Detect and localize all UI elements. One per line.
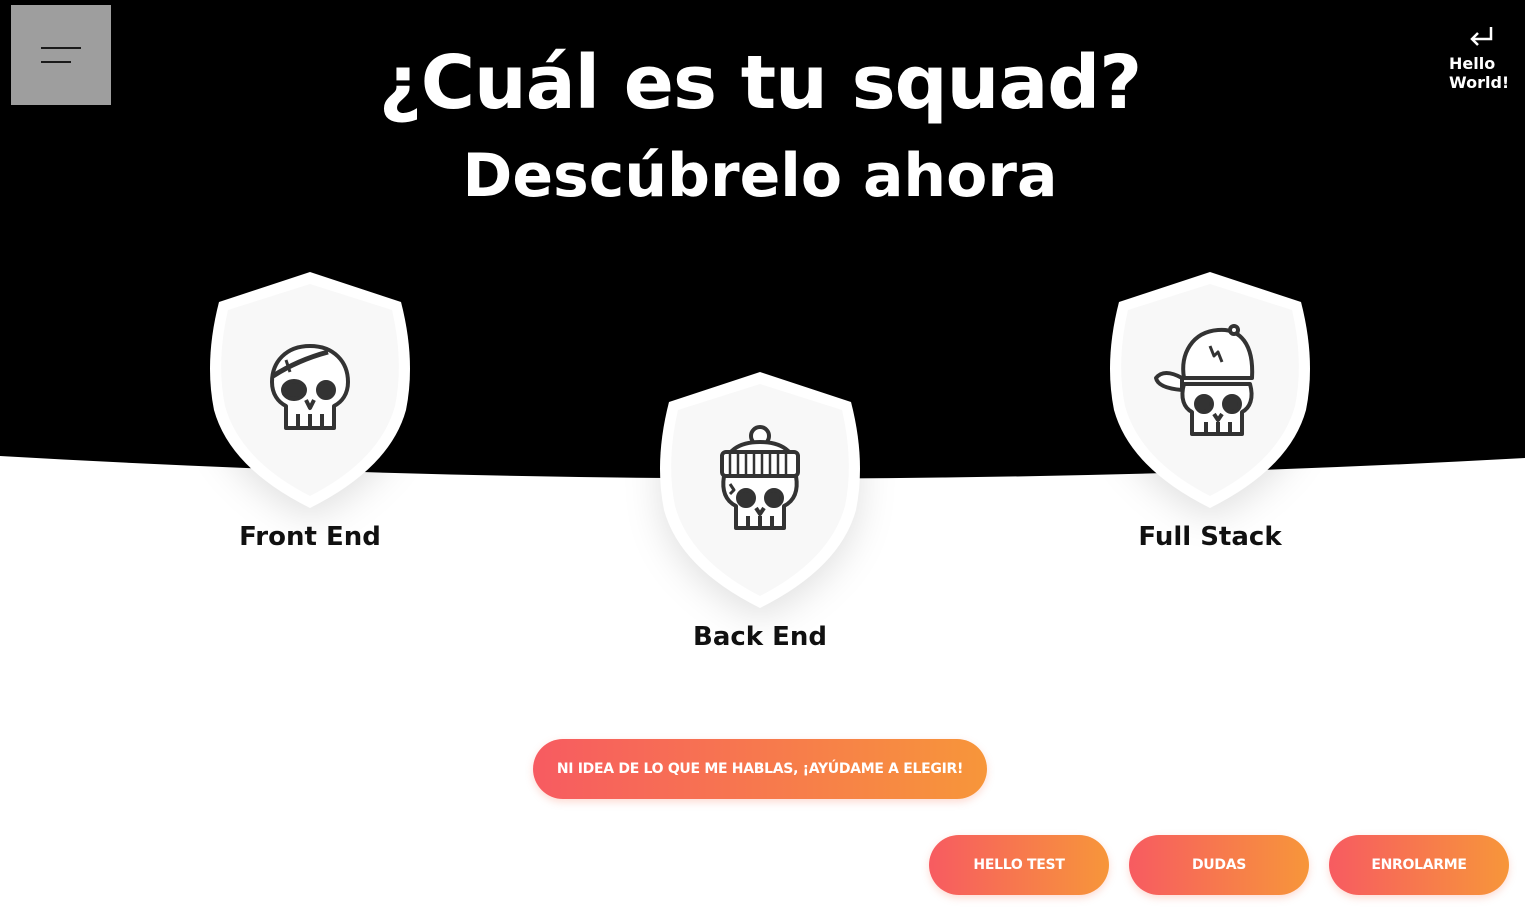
help-me-choose-button[interactable]: NI IDEA DE LO QUE ME HABLAS, ¡AYÚDAME A …: [533, 739, 987, 799]
squad-back-end[interactable]: Back End: [650, 370, 870, 652]
squad-label: Front End: [239, 522, 381, 552]
shield-badge: [660, 372, 860, 608]
squad-label: Full Stack: [1138, 522, 1282, 552]
hello-test-button[interactable]: HELLO TEST: [929, 835, 1109, 895]
squad-front-end[interactable]: Front End: [200, 270, 420, 552]
enrolarme-button[interactable]: ENROLARME: [1329, 835, 1509, 895]
squad-full-stack[interactable]: Full Stack: [1100, 270, 1320, 552]
page-title: ¿Cuál es tu squad?: [378, 40, 1142, 126]
shield-badge: [1110, 272, 1310, 508]
dudas-button[interactable]: DUDAS: [1129, 835, 1309, 895]
shield-badge: [210, 272, 410, 508]
page-subtitle: Descúbrelo ahora: [462, 141, 1058, 211]
squad-label: Back End: [693, 622, 827, 652]
